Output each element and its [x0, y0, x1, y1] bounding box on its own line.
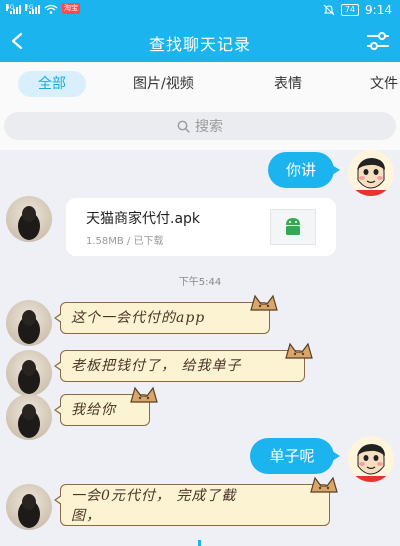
status-bar: 4G 2G 淘宝 74 9:14 [0, 0, 400, 20]
file-name: 天猫商家代付.apk [86, 211, 201, 227]
avatar-contact[interactable] [6, 196, 52, 242]
search-area: 搜索 [0, 104, 400, 150]
message-bubble-self[interactable]: 单子呢 [250, 438, 340, 474]
tab-photos-videos[interactable]: 图片/视频 [133, 71, 194, 97]
message-text: 图， [71, 508, 101, 524]
message-text: 老板把钱付了， 给我单子 [71, 358, 242, 374]
file-message[interactable]: 天猫商家代付.apk 1.58MB / 已下载 [66, 198, 336, 256]
avatar-contact[interactable] [6, 394, 52, 440]
clock: 9:14 [365, 3, 392, 17]
time-divider: 下午5:44 [178, 277, 222, 288]
cat-ears-icon [250, 294, 278, 311]
search-icon [177, 120, 190, 133]
message-bubble-contact[interactable]: 这个一会代付的app [54, 294, 278, 334]
message-bubble-contact[interactable]: 老板把钱付了， 给我单子 [54, 342, 313, 382]
cat-ears-icon [285, 342, 313, 359]
cat-ears-icon [310, 476, 338, 493]
avatar-self[interactable] [348, 436, 394, 482]
wifi-icon [44, 4, 58, 14]
page-title: 查找聊天记录 [148, 35, 251, 54]
apk-file-icon [270, 209, 316, 245]
avatar-contact[interactable] [6, 300, 52, 346]
battery-indicator: 74 [340, 4, 360, 16]
file-size-status: 1.58MB / 已下载 [86, 236, 164, 247]
message-bubble-self[interactable]: 你讲 [268, 152, 340, 188]
taobao-notification-icon: 淘宝 [62, 3, 80, 14]
sliders-icon [367, 32, 389, 50]
chat-history: 你讲 天猫商家代付.apk 1.58MB / 已下载 下午5:44 这个一会代付… [0, 150, 400, 546]
filter-button[interactable] [366, 30, 390, 52]
search-placeholder: 搜索 [195, 119, 223, 135]
category-tabs: 全部 图片/视频 表情 文件 [0, 62, 400, 104]
title-bar: 查找聊天记录 [0, 20, 400, 62]
android-icon [286, 218, 300, 235]
bubble-tail [54, 313, 62, 323]
message-text: 我给你 [71, 402, 116, 418]
avatar-self[interactable] [348, 150, 394, 196]
message-text: 这个一会代付的app [71, 310, 206, 326]
cat-ears-icon [130, 386, 158, 403]
avatar-contact[interactable] [6, 350, 52, 396]
avatar-contact[interactable] [6, 484, 52, 530]
scroll-indicator [198, 540, 201, 546]
message-text: 一会0元代付， 完成了截 [71, 488, 237, 504]
message-bubble-contact[interactable]: 一会0元代付， 完成了截 图， [54, 476, 338, 526]
tab-stickers[interactable]: 表情 [274, 71, 302, 97]
message-bubble-contact[interactable]: 我给你 [54, 386, 158, 426]
tab-all[interactable]: 全部 [18, 71, 86, 97]
cell-signal-icon: 2G [25, 3, 40, 14]
cell-signal-icon: 4G [6, 3, 21, 14]
search-input[interactable]: 搜索 [4, 112, 396, 140]
tab-files[interactable]: 文件 [370, 71, 398, 97]
mute-icon [323, 4, 335, 16]
bubble-tail [54, 495, 62, 505]
bubble-tail [54, 405, 62, 415]
bubble-tail [54, 361, 62, 371]
